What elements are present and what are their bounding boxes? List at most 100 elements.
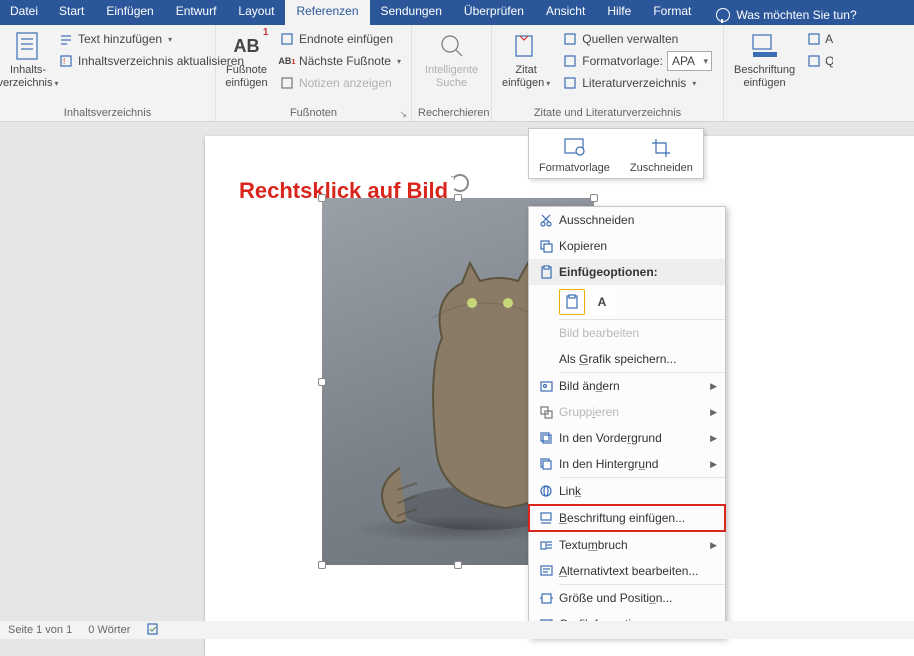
insert-endnote[interactable]: Endnote einfügen xyxy=(275,28,405,50)
context-menu: Ausschneiden Kopieren Einfügeoptionen: A… xyxy=(528,206,726,638)
add-text-icon xyxy=(58,31,74,47)
ctx-change-image-label: Bild ändern xyxy=(559,379,620,393)
status-proofing-icon[interactable] xyxy=(146,623,160,638)
tab-references[interactable]: Referenzen xyxy=(285,0,369,25)
insert-caption-icon xyxy=(533,511,559,525)
mini-style-label: Formatvorlage xyxy=(539,162,610,174)
ctx-size-position[interactable]: Größe und Position... xyxy=(529,585,725,611)
ctx-alt-text[interactable]: Alternativtext bearbeiten... xyxy=(529,558,725,584)
rotation-handle[interactable] xyxy=(451,174,469,192)
show-notes: Notizen anzeigen xyxy=(275,72,405,94)
ctx-group: Gruppieren xyxy=(529,399,725,425)
insert-citation[interactable]: Zitat einfügen▾ xyxy=(498,28,554,90)
tell-me-label: Was möchten Sie tun? xyxy=(736,8,856,22)
ctx-cut[interactable]: Ausschneiden xyxy=(529,207,725,233)
status-page[interactable]: Seite 1 von 1 xyxy=(8,624,72,636)
tab-view[interactable]: Ansicht xyxy=(535,0,596,25)
handle-sw[interactable] xyxy=(318,561,326,569)
group-captions xyxy=(730,119,908,121)
toc-add-text-label: Text hinzufügen xyxy=(78,32,162,46)
ctx-link-label: Link xyxy=(559,484,581,498)
next-footnote[interactable]: AB1 Nächste Fußnote▾ xyxy=(275,50,405,72)
ctx-save-as-graphic[interactable]: Als Grafik speichern... xyxy=(529,346,725,372)
style-icon xyxy=(539,135,610,159)
mini-toolbar: Formatvorlage Zuschneiden xyxy=(528,128,704,179)
svg-text:!: ! xyxy=(63,57,65,66)
mini-style[interactable]: Formatvorlage xyxy=(529,129,620,178)
mini-crop[interactable]: Zuschneiden xyxy=(620,129,703,178)
mini-crop-label: Zuschneiden xyxy=(630,162,693,174)
handle-nw[interactable] xyxy=(318,194,326,202)
insert-footnote[interactable]: AB1 Fußnote einfügen xyxy=(222,28,271,90)
tab-mailings[interactable]: Sendungen xyxy=(370,0,453,25)
paste-option-picture[interactable] xyxy=(559,289,585,315)
group-footnotes: Fußnoten xyxy=(222,107,405,121)
ctx-bring-front-label: In den Vordergrund xyxy=(559,431,662,445)
crop-icon xyxy=(630,135,693,159)
paste-option-text[interactable]: A xyxy=(589,289,615,315)
show-notes-label: Notizen anzeigen xyxy=(299,76,392,90)
group-toc: Inhaltsverzeichnis xyxy=(6,107,209,121)
tab-help[interactable]: Hilfe xyxy=(596,0,642,25)
ctx-alt-text-label: Alternativtext bearbeiten... xyxy=(559,564,698,578)
endnote-icon xyxy=(279,31,295,47)
tab-design[interactable]: Entwurf xyxy=(165,0,228,25)
tab-layout[interactable]: Layout xyxy=(227,0,285,25)
handle-s[interactable] xyxy=(454,561,462,569)
handle-w[interactable] xyxy=(318,378,326,386)
citation-icon xyxy=(510,30,542,62)
toc-button[interactable]: Inhalts- verzeichnis▾ xyxy=(6,28,50,90)
ctx-bring-front[interactable]: In den Vordergrund xyxy=(529,425,725,451)
ctx-size-position-label: Größe und Position... xyxy=(559,591,672,605)
size-pos-icon xyxy=(533,591,559,605)
ctx-send-back-label: In den Hintergrund xyxy=(559,457,658,471)
insert-caption[interactable]: Beschriftung einfügen xyxy=(730,28,799,90)
tell-me[interactable]: Was möchten Sie tun? xyxy=(702,0,867,25)
alt-text-icon xyxy=(533,564,559,578)
footnote-icon: AB1 xyxy=(230,30,262,62)
change-image-icon xyxy=(533,379,559,393)
insert-caption-label: Beschriftung einfügen xyxy=(734,64,795,90)
cut-icon xyxy=(533,213,559,227)
insert-footnote-label: Fußnote einfügen xyxy=(225,64,267,90)
next-footnote-icon: AB1 xyxy=(279,53,295,69)
tab-format[interactable]: Format xyxy=(642,0,702,25)
ctx-send-back[interactable]: In den Hintergrund xyxy=(529,451,725,477)
tab-start[interactable]: Start xyxy=(48,0,95,25)
ctx-insert-caption[interactable]: Beschriftung einfügen... xyxy=(529,505,725,531)
caption-icon xyxy=(749,30,781,62)
ctx-copy[interactable]: Kopieren xyxy=(529,233,725,259)
paste-icon xyxy=(533,265,559,279)
copy-icon xyxy=(533,239,559,253)
cross-ref-icon xyxy=(807,53,821,69)
ctx-edit-image: Bild bearbeiten xyxy=(529,320,725,346)
tab-file[interactable]: Datei xyxy=(0,0,48,25)
ctx-paste-header: Einfügeoptionen: xyxy=(529,259,725,285)
citation-style[interactable]: Formatvorlage: APA xyxy=(558,50,716,72)
tab-insert[interactable]: Einfügen xyxy=(95,0,164,25)
biblio-icon xyxy=(562,75,578,91)
status-words[interactable]: 0 Wörter xyxy=(88,624,130,636)
cross-ref-2[interactable]: Qu xyxy=(803,50,833,72)
insert-endnote-label: Endnote einfügen xyxy=(299,32,393,46)
ctx-insert-caption-label: Beschriftung einfügen... xyxy=(559,511,685,525)
ctx-link[interactable]: Link xyxy=(529,478,725,504)
wrap-icon xyxy=(533,538,559,552)
send-back-icon xyxy=(533,457,559,471)
ctx-text-wrap[interactable]: Textumbruch xyxy=(529,532,725,558)
bibliography[interactable]: Literaturverzeichnis▾ xyxy=(558,72,716,94)
ctx-save-as-graphic-label: Als Grafik speichern... xyxy=(559,352,676,366)
bibliography-label: Literaturverzeichnis xyxy=(582,76,686,90)
ctx-change-image[interactable]: Bild ändern xyxy=(529,373,725,399)
tab-review[interactable]: Überprüfen xyxy=(453,0,535,25)
table-figures-icon xyxy=(807,31,821,47)
handle-ne[interactable] xyxy=(590,194,598,202)
handle-n[interactable] xyxy=(454,194,462,202)
manage-sources[interactable]: Quellen verwalten xyxy=(558,28,716,50)
citation-style-combo[interactable]: APA xyxy=(667,51,712,71)
citation-style-label: Formatvorlage: xyxy=(582,54,663,68)
bring-front-icon xyxy=(533,431,559,445)
ctx-edit-image-label: Bild bearbeiten xyxy=(559,326,639,340)
cross-ref-1[interactable]: Ab xyxy=(803,28,833,50)
toc-icon xyxy=(12,30,44,62)
